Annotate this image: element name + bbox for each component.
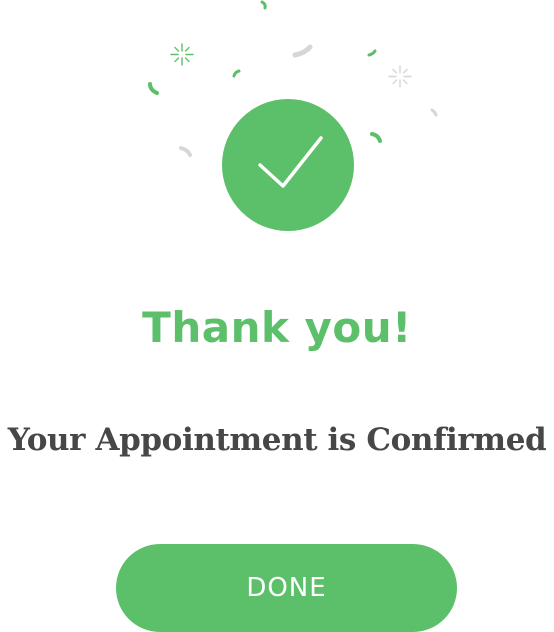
done-button[interactable]: DONE (116, 544, 457, 632)
confetti-piece (292, 44, 313, 58)
confirmation-message: Your Appointment is Confirmed (7, 422, 547, 458)
success-check-badge (222, 99, 354, 231)
confetti-piece (430, 108, 438, 117)
confetti-piece (260, 0, 267, 10)
confetti-piece (232, 69, 241, 78)
confetti-piece (179, 146, 192, 157)
confetti-piece (148, 82, 159, 95)
confetti-piece (370, 132, 382, 143)
checkmark-icon (258, 136, 323, 188)
confetti-piece (367, 49, 377, 57)
sparkle-icon (170, 43, 194, 66)
thank-you-heading: Thank you! (142, 303, 412, 352)
sparkle-icon (388, 65, 412, 88)
